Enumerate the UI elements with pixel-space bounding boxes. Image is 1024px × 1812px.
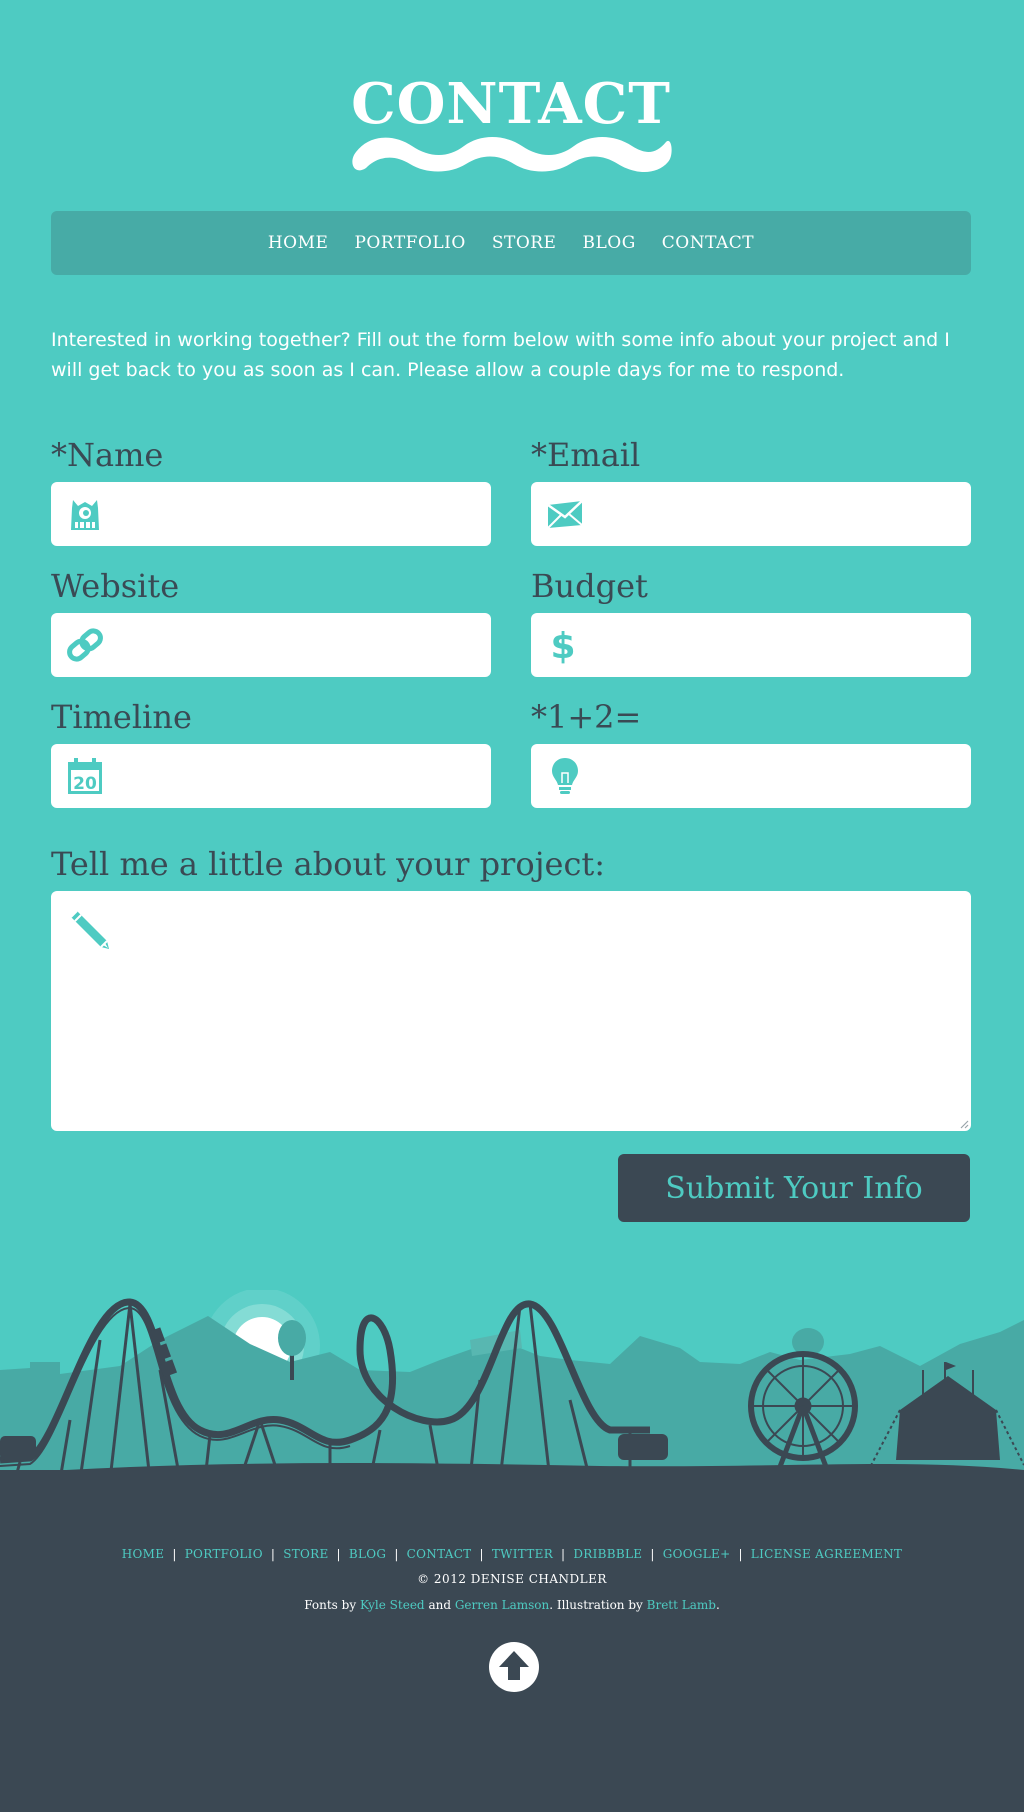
website-field [51, 613, 491, 677]
footer-link-portfolio[interactable]: PORTFOLIO [185, 1547, 263, 1561]
timeline-label: Timeline [51, 698, 192, 736]
email-label: *Email [531, 436, 641, 474]
pencil-icon [70, 910, 109, 949]
footer-links: HOME | PORTFOLIO | STORE | BLOG | CONTACT | TWITTE… [121, 1547, 903, 1561]
resize-handle-icon[interactable] [959, 1119, 969, 1129]
main-nav: HOME PORTFOLIO STORE BLOG CONTACT [51, 211, 971, 275]
timeline-input[interactable] [121, 754, 480, 800]
copyright-text: © 2012 DENISE CHANDLER [417, 1572, 607, 1586]
monster-icon [71, 500, 99, 530]
svg-text:20: 20 [73, 774, 97, 794]
lightbulb-icon [552, 758, 578, 794]
amusement-park-illustration [0, 1290, 1024, 1480]
footer-link-store[interactable]: STORE [283, 1547, 328, 1561]
footer-link-blog[interactable]: BLOG [349, 1547, 386, 1561]
captcha-field [531, 744, 971, 808]
up-arrow-icon[interactable] [489, 1642, 539, 1692]
nav-portfolio[interactable]: PORTFOLIO [354, 233, 465, 253]
credit-link-kyle-steed[interactable]: Kyle Steed [360, 1598, 425, 1612]
dollar-icon: $ [550, 626, 575, 665]
intro-text: Interested in working together? Fill out… [51, 329, 950, 381]
footer-link-dribbble[interactable]: DRIBBBLE [573, 1547, 642, 1561]
project-textarea[interactable] [127, 905, 961, 1119]
footer-link-contact[interactable]: CONTACT [407, 1547, 472, 1561]
footer-link-license[interactable]: LICENSE AGREEMENT [751, 1547, 902, 1561]
footer: HOME | PORTFOLIO | STORE | BLOG | CONTACT | TWITTE… [0, 1470, 1024, 1812]
footer-link-home[interactable]: HOME [122, 1547, 165, 1561]
budget-input[interactable] [601, 623, 960, 669]
link-icon [67, 628, 103, 662]
email-field [531, 482, 971, 546]
timeline-field: 20 [51, 744, 491, 808]
nav-blog[interactable]: BLOG [582, 233, 635, 253]
footer-link-twitter[interactable]: TWITTER [492, 1547, 553, 1561]
website-input[interactable] [121, 623, 480, 669]
credit-link-brett-lamb[interactable]: Brett Lamb [647, 1598, 716, 1612]
nav-contact[interactable]: CONTACT [662, 233, 754, 253]
email-input[interactable] [601, 492, 960, 538]
name-field [51, 482, 491, 546]
captcha-label: *1+2= [531, 698, 642, 736]
page-title: CONTACT [351, 71, 671, 137]
project-field [51, 891, 971, 1131]
nav-home[interactable]: HOME [268, 233, 329, 253]
wave-decoration [352, 137, 672, 172]
name-input[interactable] [121, 492, 480, 538]
contact-page: CONTACT HOME PORTFOLIO STORE BLOG CONTAC… [0, 0, 1024, 1812]
website-label: Website [51, 567, 180, 605]
contact-logo: CONTACT [350, 72, 672, 176]
svg-text:$: $ [550, 626, 575, 665]
submit-button[interactable]: Submit Your Info [618, 1154, 970, 1222]
nav-store[interactable]: STORE [492, 233, 557, 253]
captcha-input[interactable] [601, 754, 960, 800]
budget-field: $ [531, 613, 971, 677]
project-label: Tell me a little about your project: [51, 845, 606, 883]
footer-link-googleplus[interactable]: GOOGLE+ [663, 1547, 731, 1561]
calendar-icon: 20 [68, 758, 102, 794]
envelope-icon [547, 500, 583, 529]
budget-label: Budget [531, 567, 648, 605]
name-label: *Name [51, 436, 164, 474]
credits-text: Fonts by Kyle Steed and Gerren Lamson. I… [304, 1598, 720, 1612]
credit-link-gerren-lamson[interactable]: Gerren Lamson [455, 1598, 549, 1612]
